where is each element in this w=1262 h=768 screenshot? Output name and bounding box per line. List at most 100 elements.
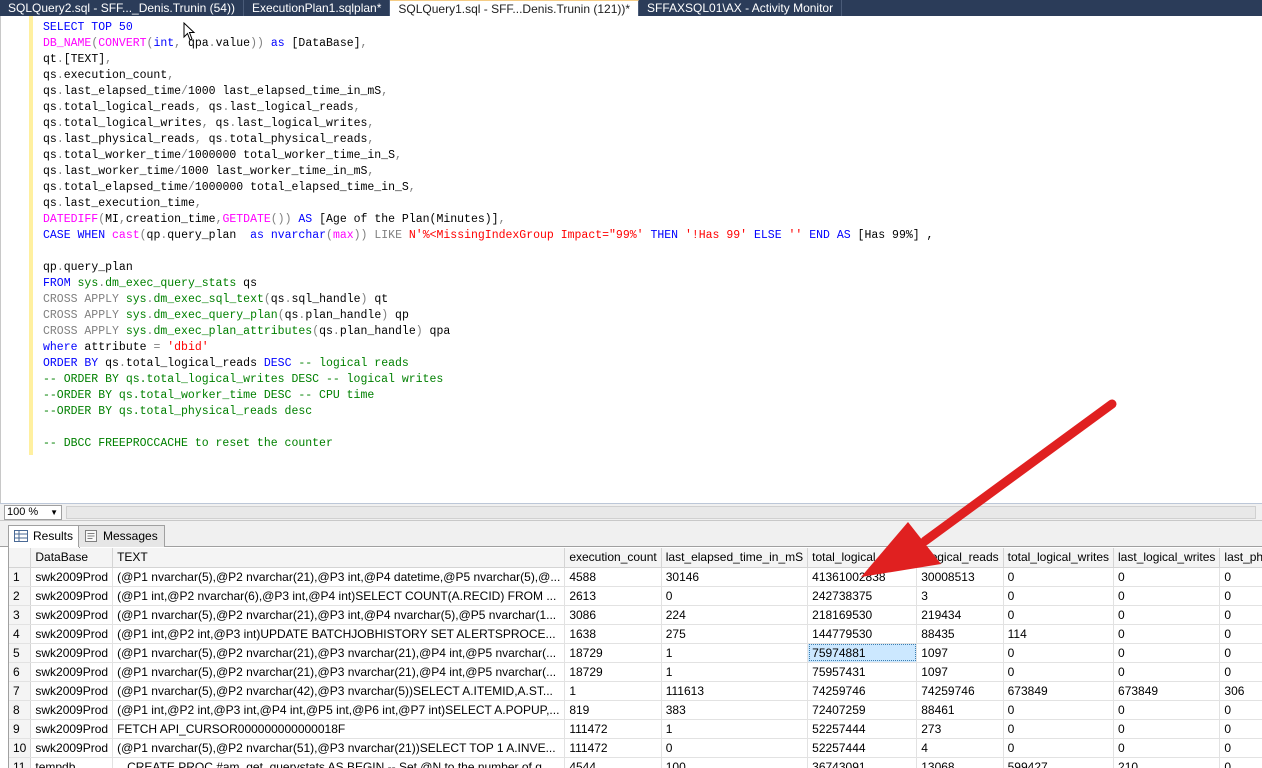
column-header[interactable]: total_logical_reads	[807, 548, 918, 568]
table-cell[interactable]: 819	[564, 700, 662, 720]
table-cell[interactable]: swk2009Prod	[30, 662, 114, 682]
table-cell[interactable]: 1097	[916, 662, 1004, 682]
table-row[interactable]: 3 swk2009Prod (@P1 nvarchar(5),@P2 nvarcha…	[9, 605, 1262, 625]
table-cell[interactable]: (@P1 int,@P2 int,@P3 int,@P4 int,@P5 int…	[112, 700, 566, 720]
table-cell[interactable]: 75974881	[807, 643, 918, 663]
table-cell[interactable]: 2613	[564, 586, 662, 606]
table-cell[interactable]: 4544	[564, 757, 662, 768]
table-cell[interactable]: 0	[1219, 586, 1262, 606]
table-cell[interactable]: 1	[661, 662, 809, 682]
table-cell[interactable]: (@P1 nvarchar(5),@P2 nvarchar(51),@P3 nv…	[112, 738, 566, 758]
document-tab-1[interactable]: SQLQuery2.sql - SFF..._Denis.Trunin (54)…	[0, 0, 244, 16]
table-cell[interactable]: (@P1 int,@P2 int,@P3 int)UPDATE BATCHJOB…	[112, 624, 566, 644]
table-cell[interactable]: 1	[564, 681, 662, 701]
table-cell[interactable]: 1	[661, 643, 809, 663]
table-cell[interactable]: (@P1 int,@P2 nvarchar(6),@P3 int,@P4 int…	[112, 586, 566, 606]
table-cell[interactable]: 0	[1113, 662, 1221, 682]
results-grid[interactable]: DataBase TEXT execution_count last_elapsed_…	[8, 548, 1262, 768]
table-cell[interactable]: 52257444	[807, 719, 918, 739]
table-cell[interactable]: 88435	[916, 624, 1004, 644]
table-cell[interactable]: 144779530	[807, 624, 918, 644]
table-row[interactable]: 5 swk2009Prod (@P1 nvarchar(5),@P2 nvarcha…	[9, 643, 1262, 663]
table-cell[interactable]: 0	[1219, 643, 1262, 663]
table-row[interactable]: 9 swk2009Prod FETCH API_CURSOR000000000000…	[9, 719, 1262, 739]
table-cell[interactable]: (@P1 nvarchar(5),@P2 nvarchar(21),@P3 in…	[112, 567, 566, 587]
table-cell[interactable]: 30008513	[916, 567, 1004, 587]
table-cell[interactable]: 0	[1003, 567, 1115, 587]
table-cell[interactable]: 673849	[1113, 681, 1221, 701]
table-cell[interactable]: swk2009Prod	[30, 605, 114, 625]
row-number[interactable]: 11	[9, 757, 32, 768]
table-cell[interactable]: 18729	[564, 662, 662, 682]
table-cell[interactable]: (@P1 nvarchar(5),@P2 nvarchar(21),@P3 nv…	[112, 643, 566, 663]
table-cell[interactable]: 111613	[661, 681, 809, 701]
column-header[interactable]: TEXT	[112, 548, 566, 568]
table-cell[interactable]: 0	[1219, 567, 1262, 587]
table-cell[interactable]: 0	[661, 586, 809, 606]
table-cell[interactable]: tempdb	[30, 757, 114, 768]
table-row[interactable]: 4 swk2009Prod (@P1 int,@P2 int,@P3 int)UPD…	[9, 624, 1262, 644]
table-cell[interactable]: 0	[1113, 643, 1221, 663]
table-cell[interactable]: 0	[1003, 586, 1115, 606]
column-header[interactable]: last_elapsed_time_in_mS	[661, 548, 809, 568]
table-cell[interactable]: 0	[1113, 586, 1221, 606]
query-editor[interactable]: SELECT TOP 50 DB_NAME(CONVERT(int, qpa.va…	[0, 16, 1262, 503]
document-tab-3[interactable]: SQLQuery1.sql - SFF...Denis.Trunin (121)…	[390, 0, 640, 16]
table-cell[interactable]: 210	[1113, 757, 1221, 768]
table-cell[interactable]: ...CREATE PROC #am_get_querystats AS BEG…	[112, 757, 566, 768]
table-row[interactable]: 7 swk2009Prod (@P1 nvarchar(5),@P2 nvarcha…	[9, 681, 1262, 701]
table-cell[interactable]: swk2009Prod	[30, 567, 114, 587]
table-cell[interactable]: 219434	[916, 605, 1004, 625]
table-cell[interactable]: 36743091	[807, 757, 918, 768]
table-cell[interactable]: 0	[1219, 624, 1262, 644]
table-cell[interactable]: 242738375	[807, 586, 918, 606]
table-cell[interactable]: 4	[916, 738, 1004, 758]
table-cell[interactable]: 0	[1113, 700, 1221, 720]
tab-messages[interactable]: Messages	[78, 525, 165, 547]
table-row[interactable]: 6 swk2009Prod (@P1 nvarchar(5),@P2 nvarcha…	[9, 662, 1262, 682]
row-number[interactable]: 6	[9, 662, 32, 682]
table-cell[interactable]: 224	[661, 605, 809, 625]
table-cell[interactable]: 0	[1219, 719, 1262, 739]
sql-code[interactable]: SELECT TOP 50 DB_NAME(CONVERT(int, qpa.va…	[43, 20, 933, 452]
table-cell[interactable]: swk2009Prod	[30, 719, 114, 739]
grid-corner[interactable]	[9, 548, 32, 568]
table-cell[interactable]: 18729	[564, 643, 662, 663]
table-cell[interactable]: 0	[1219, 700, 1262, 720]
table-cell[interactable]: 13068	[916, 757, 1004, 768]
table-cell[interactable]: 0	[661, 738, 809, 758]
table-cell[interactable]: 0	[1003, 719, 1115, 739]
table-cell[interactable]: 0	[1003, 643, 1115, 663]
row-number[interactable]: 2	[9, 586, 32, 606]
table-cell[interactable]: 383	[661, 700, 809, 720]
table-cell[interactable]: FETCH API_CURSOR000000000000018F	[112, 719, 566, 739]
table-cell[interactable]: 0	[1113, 605, 1221, 625]
row-number[interactable]: 5	[9, 643, 32, 663]
tab-results[interactable]: Results	[8, 525, 81, 548]
table-cell[interactable]: (@P1 nvarchar(5),@P2 nvarchar(42),@P3 nv…	[112, 681, 566, 701]
table-cell[interactable]: 306	[1219, 681, 1262, 701]
table-cell[interactable]: 0	[1113, 719, 1221, 739]
table-cell[interactable]: 111472	[564, 719, 662, 739]
table-cell[interactable]: 100	[661, 757, 809, 768]
table-cell[interactable]: 1097	[916, 643, 1004, 663]
table-cell[interactable]: 75957431	[807, 662, 918, 682]
table-cell[interactable]: 0	[1113, 624, 1221, 644]
table-cell[interactable]: swk2009Prod	[30, 700, 114, 720]
table-cell[interactable]: 4588	[564, 567, 662, 587]
table-cell[interactable]: 74259746	[916, 681, 1004, 701]
table-cell[interactable]: swk2009Prod	[30, 643, 114, 663]
table-cell[interactable]: 0	[1003, 662, 1115, 682]
column-header[interactable]: total_logical_writes	[1003, 548, 1115, 568]
column-header[interactable]: DataBase	[30, 548, 114, 568]
row-number[interactable]: 3	[9, 605, 32, 625]
table-cell[interactable]: 114	[1003, 624, 1115, 644]
table-cell[interactable]: (@P1 nvarchar(5),@P2 nvarchar(21),@P3 nv…	[112, 662, 566, 682]
table-cell[interactable]: 218169530	[807, 605, 918, 625]
row-number[interactable]: 4	[9, 624, 32, 644]
table-cell[interactable]: 0	[1003, 738, 1115, 758]
row-number[interactable]: 7	[9, 681, 32, 701]
table-cell[interactable]: 52257444	[807, 738, 918, 758]
table-cell[interactable]: 275	[661, 624, 809, 644]
table-cell[interactable]: 1638	[564, 624, 662, 644]
